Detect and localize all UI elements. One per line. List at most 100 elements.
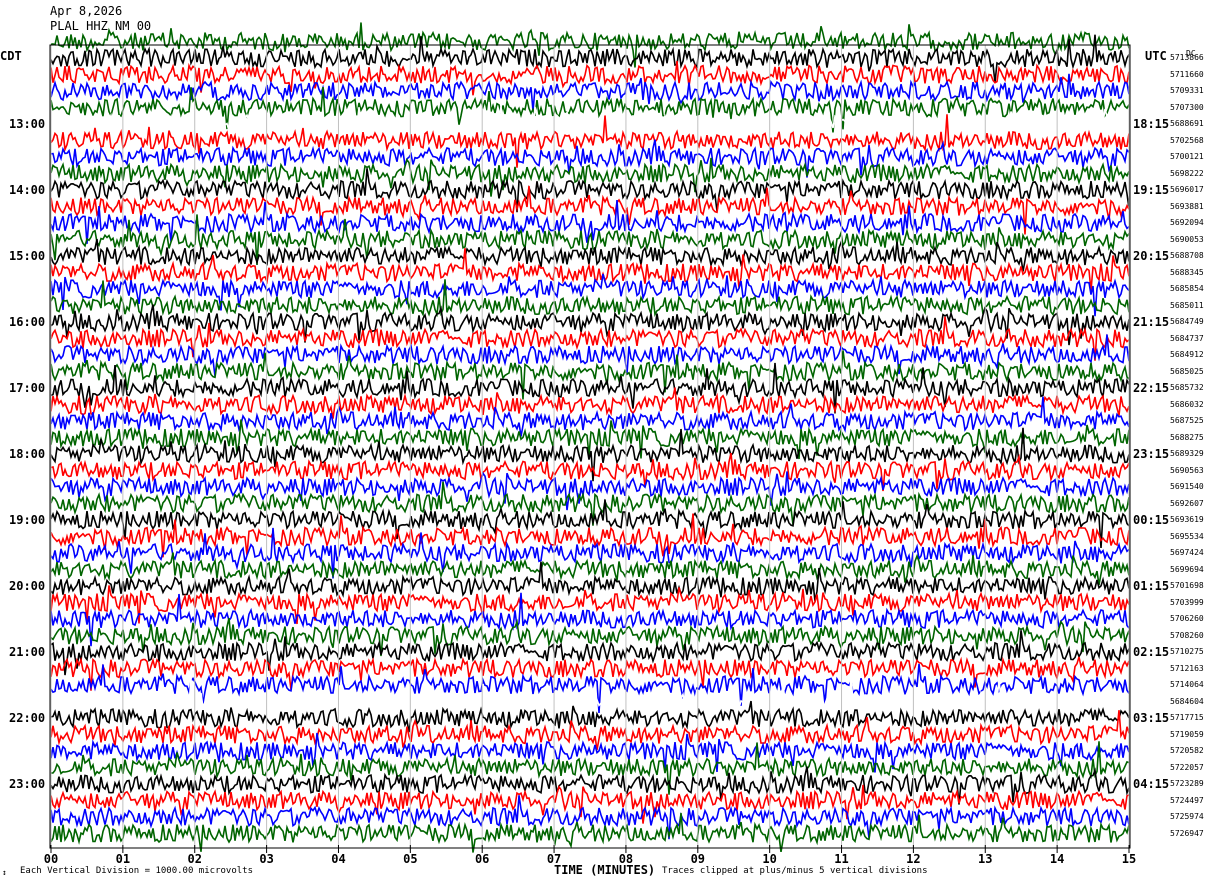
x-tick-label: 12 [906,852,921,866]
cdt-hour-label: 14:00 [9,183,46,197]
x-tick-label: 02 [187,852,202,866]
tiny-marker-icon: ↕ [2,868,7,877]
trace-layer [50,22,1130,853]
trace-dc-count: 5688345 [1170,267,1204,277]
clip-note: Traces clipped at plus/minus 5 vertical … [662,866,928,876]
trace-dc-count: 5725974 [1170,812,1204,821]
trace-dc-count: 5692094 [1170,218,1204,227]
trace-dc-count: 5723289 [1170,779,1204,788]
trace-dc-count: 5714064 [1170,680,1204,689]
trace-dc-count: 5710275 [1170,647,1204,656]
trace-dc-count: 5722057 [1170,762,1204,772]
trace-dc-count: 5700121 [1170,152,1204,161]
scale-note: Each Vertical Division = 1000.00 microvo… [20,866,253,876]
seismic-trace-37 [50,656,1130,691]
trace-dc-count: 5712163 [1170,663,1204,673]
utc-hour-label: 00:15 [1133,513,1170,527]
utc-hour-label: 01:15 [1133,579,1170,593]
trace-dc-count: 5693619 [1170,515,1204,524]
trace-dc-count: 5709331 [1170,86,1204,95]
cdt-hour-label: 20:00 [9,579,46,593]
trace-dc-count: 5690053 [1170,234,1204,244]
x-tick-label: 00 [43,852,59,866]
x-tick-label: 06 [474,852,490,866]
trace-dc-count: 5693881 [1170,201,1204,211]
x-tick-label: 01 [115,852,131,866]
trace-dc-count: 5706260 [1170,614,1204,623]
trace-dc-count: 5686032 [1170,399,1204,409]
trace-dc-count: 5692607 [1170,498,1204,508]
trace-dc-count: 5701698 [1170,581,1204,590]
utc-hour-label: 18:15 [1133,117,1170,131]
x-tick-label: 03 [259,852,274,866]
trace-dc-count: 5691540 [1170,482,1204,491]
trace-dc-count: 5689329 [1170,449,1204,458]
utc-hour-label: 03:15 [1133,711,1170,725]
trace-dc-count: 5684737 [1170,333,1204,343]
cdt-hour-label: 16:00 [9,315,46,329]
trace-dc-count: 5690563 [1170,465,1204,475]
cdt-hour-label: 18:00 [9,447,46,461]
utc-hour-label: 22:15 [1133,381,1170,395]
cdt-hour-label: 17:00 [9,381,46,395]
utc-hour-label: 19:15 [1133,183,1170,197]
cdt-hour-label: 13:00 [9,117,46,131]
trace-dc-count: 5688275 [1170,432,1204,442]
trace-dc-count: 5684912 [1170,350,1204,359]
station-code: PLAL HHZ NM 00 [50,19,152,33]
cdt-hour-label: 21:00 [9,645,46,659]
trace-dc-count: 5688691 [1170,119,1204,128]
trace-dc-count: 5703999 [1170,597,1204,607]
trace-dc-count: 5726947 [1170,828,1204,838]
trace-dc-count: 5719059 [1170,729,1204,739]
trace-dc-count: 5707300 [1170,102,1204,112]
trace-dc-count: 5684604 [1170,696,1204,706]
trace-dc-count: 5684749 [1170,317,1204,326]
seismic-trace-15 [50,279,1130,318]
trace-dc-count: 5685025 [1170,366,1204,376]
right-timezone: UTC [1145,49,1167,63]
x-axis-label: TIME (MINUTES) [554,863,656,877]
utc-hour-label: 02:15 [1133,645,1170,659]
trace-dc-count: 5724497 [1170,795,1204,805]
cdt-hour-label: 19:00 [9,513,46,527]
trace-dc-count: 5685854 [1170,284,1204,293]
trace-dc-count: 5708260 [1170,630,1204,640]
trace-dc-count: 5699694 [1170,564,1204,574]
trace-dc-count: 5696017 [1170,185,1204,194]
x-tick-label: 05 [403,852,418,866]
x-tick-label: 13 [978,852,993,866]
seismic-trace-7 [50,157,1130,197]
seismic-trace-35 [50,617,1130,657]
x-tick-label: 09 [690,852,706,866]
trace-dc-count: 5685011 [1170,300,1204,310]
trace-dc-count: 5695534 [1170,531,1204,541]
x-tick-label: 10 [762,852,777,866]
cdt-hour-label: 15:00 [9,249,46,263]
utc-hour-label: 20:15 [1133,249,1170,263]
seismic-trace-22 [50,396,1130,437]
trace-dc-count: 5687525 [1170,416,1204,425]
x-tick-label: 15 [1121,852,1137,866]
cdt-hour-label: 23:00 [9,777,46,791]
x-tick-label: 11 [834,852,849,866]
trace-dc-count: 5702568 [1170,135,1204,145]
x-tick-label: 14 [1049,852,1065,866]
trace-dc-count: 5685732 [1170,383,1204,392]
trace-dc-count: 5697424 [1170,548,1204,557]
trace-dc-count: 5698222 [1170,168,1204,178]
x-tick-label: 04 [331,852,346,866]
trace-dc-count: 5688708 [1170,251,1204,260]
left-timezone: CDT [0,49,22,63]
plot-date: Apr 8,2026 [50,4,123,18]
trace-dc-count: 5717715 [1170,713,1204,722]
utc-hour-label: 23:15 [1133,447,1170,461]
helicorder-plot [49,22,1131,853]
seismic-trace-26 [50,471,1130,511]
cdt-hour-label: 22:00 [9,711,46,725]
utc-hour-label: 04:15 [1133,777,1170,791]
trace-dc-count: 5720582 [1170,746,1204,755]
trace-dc-count: 5711660 [1170,69,1204,79]
trace-dc-count: 5713866 [1170,53,1204,62]
utc-hour-label: 21:15 [1133,315,1170,329]
